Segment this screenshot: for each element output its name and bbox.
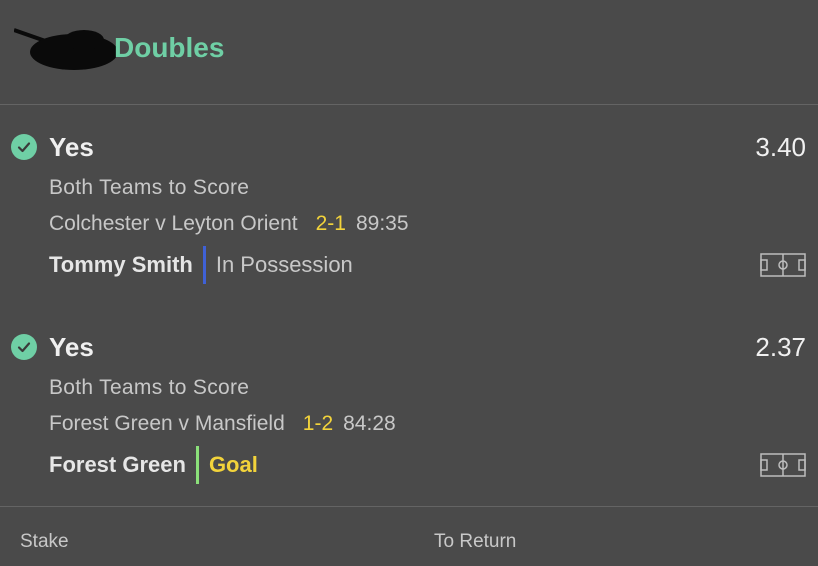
- status-bar: [195, 446, 199, 484]
- odds-value: 3.40: [755, 132, 806, 162]
- check-icon: [11, 334, 37, 360]
- match-score: 1-2: [302, 412, 334, 435]
- selection-name: Yes: [49, 332, 94, 362]
- status-team: Tommy Smith: [49, 252, 193, 277]
- bet-leg[interactable]: Yes 2.37 Both Teams to Score Forest Gree…: [0, 304, 818, 484]
- market-name: Both Teams to Score: [49, 376, 250, 399]
- match-clock: 84:28: [343, 412, 396, 435]
- status-team: Forest Green: [49, 452, 186, 477]
- redacted-scribble: [14, 28, 118, 70]
- pitch-icon[interactable]: [760, 253, 806, 277]
- to-return-label: To Return: [434, 531, 517, 552]
- live-status: Forest Green Goal: [49, 446, 258, 484]
- page-title: Doubles: [114, 32, 225, 63]
- check-icon: [11, 134, 37, 160]
- status-text: In Possession: [215, 252, 353, 277]
- status-text: Goal: [208, 452, 258, 477]
- live-status: Tommy Smith In Possession: [49, 246, 353, 284]
- odds-value: 2.37: [755, 332, 806, 362]
- bet-slip-header: Doubles: [0, 0, 818, 104]
- match-name: Forest Green v Mansfield: [49, 412, 285, 435]
- match-clock: 89:35: [355, 212, 409, 235]
- match-info: Colchester v Leyton Orient 2-1 89:35: [49, 212, 409, 236]
- match-score: 2-1: [315, 212, 346, 235]
- pitch-icon[interactable]: [760, 453, 806, 477]
- match-name: Colchester v Leyton Orient: [49, 212, 298, 235]
- status-bar: [202, 246, 206, 284]
- stake-label: Stake: [20, 531, 69, 552]
- match-info: Forest Green v Mansfield 1-2 84:28: [49, 412, 396, 436]
- market-name: Both Teams to Score: [49, 176, 250, 199]
- selection-name: Yes: [49, 132, 94, 162]
- bet-leg[interactable]: Yes 3.40 Both Teams to Score Colchester …: [0, 104, 818, 284]
- footer-divider: [0, 506, 818, 507]
